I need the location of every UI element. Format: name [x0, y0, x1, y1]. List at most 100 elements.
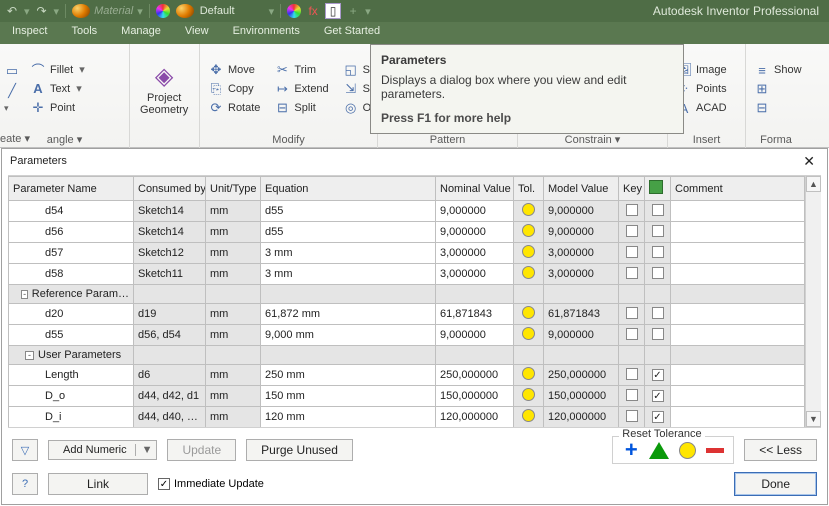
export-checkbox[interactable]	[652, 267, 664, 279]
key-checkbox[interactable]	[626, 204, 638, 216]
material-swatch-icon[interactable]	[72, 4, 90, 18]
parameters-icon[interactable]: ▯	[325, 3, 341, 19]
chevron-down-icon[interactable]: ▼	[135, 444, 153, 456]
table-row[interactable]: -User Parameters	[9, 346, 805, 365]
key-checkbox[interactable]	[626, 307, 638, 319]
update-button[interactable]: Update	[167, 439, 236, 461]
split-button[interactable]: ⊟Split	[270, 99, 332, 117]
tab-environments[interactable]: Environments	[221, 22, 312, 44]
table-row[interactable]: d55d56, d54mm9,000 mm9,0000009,000000	[9, 325, 805, 346]
export-checkbox[interactable]: ✓	[652, 411, 664, 423]
col-equation[interactable]: Equation	[261, 177, 436, 201]
tab-manage[interactable]: Manage	[109, 22, 173, 44]
color-icon[interactable]	[287, 4, 301, 18]
tol-minus-button[interactable]	[705, 440, 725, 460]
done-button[interactable]: Done	[734, 472, 817, 496]
modify-group-label: Modify	[204, 132, 373, 148]
tab-get-started[interactable]: Get Started	[312, 22, 392, 44]
tree-toggle-icon[interactable]: -	[25, 351, 34, 360]
table-row[interactable]: D_od44, d42, d1mm150 mm150,000000150,000…	[9, 386, 805, 407]
key-checkbox[interactable]	[626, 267, 638, 279]
table-row[interactable]: d58Sketch11mm3 mm3,0000003,000000	[9, 264, 805, 285]
tab-tools[interactable]: Tools	[59, 22, 109, 44]
tol-triangle-button[interactable]	[649, 440, 669, 460]
key-checkbox[interactable]	[626, 410, 638, 422]
filter-button[interactable]: ▽	[12, 439, 38, 461]
export-checkbox[interactable]	[652, 328, 664, 340]
tol-circle-icon[interactable]	[522, 388, 535, 401]
copy-button[interactable]: ⎘Copy	[204, 80, 264, 98]
table-row[interactable]: -Reference Param…	[9, 285, 805, 304]
export-checkbox[interactable]	[652, 307, 664, 319]
table-row[interactable]: D_id44, d40, …mm120 mm120,000000120,0000…	[9, 407, 805, 428]
key-checkbox[interactable]	[626, 389, 638, 401]
move-button[interactable]: ✥Move	[204, 61, 264, 79]
immediate-update-checkbox[interactable]: ✓Immediate Update	[158, 478, 264, 490]
key-checkbox[interactable]	[626, 368, 638, 380]
less-button[interactable]: << Less	[744, 439, 817, 461]
project-geometry-button[interactable]: ◈ ProjectGeometry	[134, 60, 194, 118]
table-row[interactable]: d56Sketch14mmd559,0000009,000000	[9, 222, 805, 243]
close-icon[interactable]: ✕	[799, 153, 819, 170]
scrollbar[interactable]: ▲ ▼	[805, 176, 821, 427]
purge-unused-button[interactable]: Purge Unused	[246, 439, 353, 461]
scroll-up-icon[interactable]: ▲	[806, 176, 821, 192]
appearance-swatch-icon[interactable]	[156, 4, 170, 18]
fillet-button[interactable]: ⌒Fillet▾	[26, 61, 89, 79]
export-checkbox[interactable]: ✓	[652, 369, 664, 381]
col-comment[interactable]: Comment	[671, 177, 805, 201]
trim-button[interactable]: ✂Trim	[270, 61, 332, 79]
tol-plus-button[interactable]: +	[621, 440, 641, 460]
point-button[interactable]: ✛Point	[26, 99, 89, 117]
table-row[interactable]: d20d19mm61,872 mm61,87184361,871843	[9, 304, 805, 325]
tol-circle-icon[interactable]	[522, 245, 535, 258]
fx-icon[interactable]: fx	[305, 3, 321, 19]
link-button[interactable]: Link	[48, 473, 148, 495]
key-checkbox[interactable]	[626, 225, 638, 237]
undo-icon[interactable]: ↶	[4, 3, 20, 19]
col-unit[interactable]: Unit/Type	[206, 177, 261, 201]
rotate-button[interactable]: ⟳Rotate	[204, 99, 264, 117]
tree-toggle-icon[interactable]: -	[21, 290, 27, 299]
col-nominal[interactable]: Nominal Value	[436, 177, 514, 201]
col-consumed[interactable]: Consumed by	[134, 177, 206, 201]
parameters-table[interactable]: Parameter Name Consumed by Unit/Type Equ…	[8, 176, 805, 428]
key-checkbox[interactable]	[626, 246, 638, 258]
table-row[interactable]: d54Sketch14mmd559,0000009,000000	[9, 201, 805, 222]
rect-2pt-icon[interactable]: ▭	[4, 63, 20, 79]
plus-icon[interactable]: +	[345, 3, 361, 19]
export-checkbox[interactable]	[652, 204, 664, 216]
add-numeric-button[interactable]: Add Numeric▼	[48, 440, 157, 460]
col-export[interactable]	[645, 177, 671, 201]
redo-icon[interactable]: ↷	[34, 3, 50, 19]
col-key[interactable]: Key	[619, 177, 645, 201]
key-checkbox[interactable]	[626, 328, 638, 340]
scroll-down-icon[interactable]: ▼	[806, 411, 821, 427]
material-box[interactable]: Material	[94, 5, 133, 17]
export-checkbox[interactable]: ✓	[652, 390, 664, 402]
extend-button[interactable]: ↦Extend	[270, 80, 332, 98]
col-model[interactable]: Model Value	[544, 177, 619, 201]
tol-circle-icon[interactable]	[522, 327, 535, 340]
tol-circle-icon[interactable]	[522, 306, 535, 319]
tol-circle-icon[interactable]	[522, 409, 535, 422]
appearance-box[interactable]: Default	[200, 5, 235, 17]
tol-circle-icon[interactable]	[522, 367, 535, 380]
tol-circle-icon[interactable]	[522, 203, 535, 216]
table-row[interactable]: d57Sketch12mm3 mm3,0000003,000000	[9, 243, 805, 264]
col-name[interactable]: Parameter Name	[9, 177, 134, 201]
tab-view[interactable]: View	[173, 22, 221, 44]
show-button[interactable]: ≡Show	[750, 61, 806, 79]
tol-circle-icon[interactable]	[522, 266, 535, 279]
help-button[interactable]: ?	[12, 473, 38, 495]
tab-inspect[interactable]: Inspect	[0, 22, 59, 44]
parameters-dialog: Parameters ✕ Parameter Name Consumed by …	[1, 148, 828, 505]
tol-circle-button[interactable]	[677, 440, 697, 460]
table-row[interactable]: Lengthd6mm250 mm250,000000250,000000✓	[9, 365, 805, 386]
text-button[interactable]: AText▾	[26, 80, 89, 98]
tol-circle-icon[interactable]	[522, 224, 535, 237]
export-checkbox[interactable]	[652, 225, 664, 237]
line-icon[interactable]: ╱	[4, 83, 20, 99]
export-checkbox[interactable]	[652, 246, 664, 258]
col-tol[interactable]: Tol.	[514, 177, 544, 201]
